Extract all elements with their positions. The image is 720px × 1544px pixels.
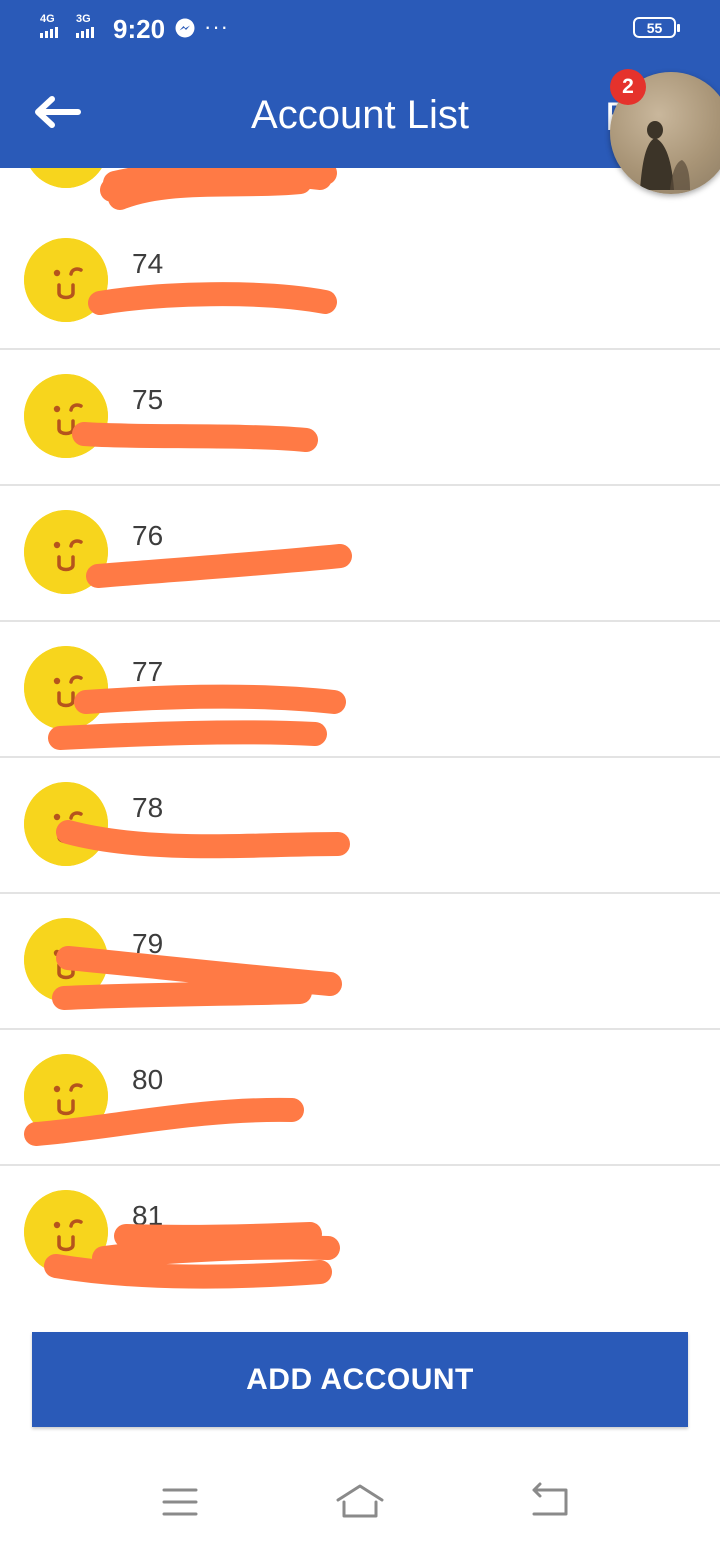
account-number: 80 <box>132 1064 164 1095</box>
network-type-4g: 4G <box>40 13 55 25</box>
account-row[interactable]: 74 <box>0 214 720 350</box>
winking-face-icon <box>24 1054 108 1138</box>
status-time: 9:20 <box>113 14 166 44</box>
account-number: 77 <box>132 656 164 687</box>
menu-icon[interactable] <box>150 1480 210 1524</box>
account-number: 76 <box>132 520 164 551</box>
account-number: 78 <box>132 792 164 823</box>
add-account-button[interactable]: ADD ACCOUNT <box>32 1332 688 1427</box>
account-list: 73 74 75 76 77 78 79 80 81 <box>0 168 720 1300</box>
winking-face-icon <box>24 918 108 1002</box>
status-bar: 4G 3G 9:20 ··· 55 <box>0 0 720 56</box>
messenger-icon <box>175 18 195 38</box>
signal-4g-icon: 4G <box>40 14 58 38</box>
winking-face-icon <box>24 782 108 866</box>
winking-face-icon <box>24 510 108 594</box>
more-notifications-icon: ··· <box>204 14 229 39</box>
account-row[interactable]: 75 <box>0 350 720 486</box>
account-row[interactable]: 76 <box>0 486 720 622</box>
notification-badge: 2 <box>610 69 646 105</box>
account-number: 81 <box>132 1200 164 1231</box>
back-icon[interactable] <box>518 1480 578 1524</box>
battery-icon: 55 <box>633 17 680 38</box>
network-type-3g: 3G <box>76 13 91 25</box>
account-row[interactable]: 73 <box>0 168 720 216</box>
winking-face-icon <box>24 168 108 188</box>
system-nav-bar <box>0 1460 720 1544</box>
signal-3g-icon: 3G <box>76 14 94 38</box>
account-number: 75 <box>132 384 164 415</box>
account-row[interactable]: 81 <box>0 1166 720 1300</box>
account-row[interactable]: 79 <box>0 894 720 1030</box>
account-row[interactable]: 77 <box>0 622 720 758</box>
battery-level: 55 <box>646 19 663 36</box>
home-icon[interactable] <box>330 1480 390 1524</box>
account-row[interactable]: 78 <box>0 758 720 894</box>
winking-face-icon <box>24 1190 108 1274</box>
winking-face-icon <box>24 238 108 322</box>
winking-face-icon <box>24 374 108 458</box>
account-row[interactable]: 80 <box>0 1030 720 1166</box>
winking-face-icon <box>24 646 108 730</box>
account-number: 74 <box>132 248 164 279</box>
account-number: 79 <box>132 928 164 959</box>
